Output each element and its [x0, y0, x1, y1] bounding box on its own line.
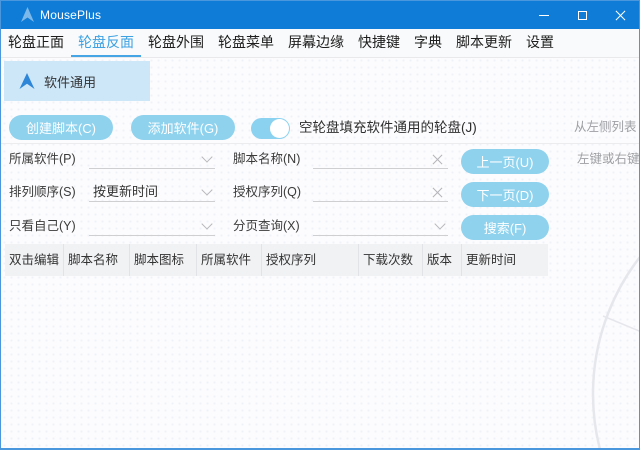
only-mine-dropdown[interactable]: [89, 216, 215, 236]
only-mine-label: 只看自己(Y): [9, 216, 76, 236]
tab-wheel-front[interactable]: 轮盘正面: [1, 29, 71, 57]
tab-script-update[interactable]: 脚本更新: [449, 29, 519, 57]
maximize-button[interactable]: [563, 1, 601, 29]
tab-settings[interactable]: 设置: [519, 29, 561, 57]
script-table-header: 双击编辑 脚本名称 脚本图标 所属软件 授权序列 下载次数 版本 更新时间: [5, 244, 548, 276]
toolbar-divider: [1, 143, 639, 144]
license-serial-label: 授权序列(Q): [233, 182, 301, 202]
sort-order-label: 排列顺序(S): [9, 182, 76, 202]
owner-software-dropdown[interactable]: [89, 149, 215, 169]
column-version: 版本: [423, 244, 462, 276]
add-software-button[interactable]: 添加软件(G): [131, 115, 235, 140]
tab-screen-edge[interactable]: 屏幕边缘: [281, 29, 351, 57]
tab-hotkeys[interactable]: 快捷键: [351, 29, 407, 57]
cursor-arrow-icon: [19, 72, 35, 90]
mouseplus-logo-icon: [21, 7, 34, 23]
tab-dictionary[interactable]: 字典: [407, 29, 449, 57]
fill-empty-wheel-toggle[interactable]: [251, 118, 290, 139]
column-double-click-edit: 双击编辑: [5, 244, 64, 276]
close-icon: [615, 10, 626, 21]
software-common-header[interactable]: 软件通用: [4, 61, 150, 101]
window-title: MousePlus: [40, 8, 101, 22]
chevron-down-icon[interactable]: [434, 218, 445, 229]
minimize-button[interactable]: [525, 1, 563, 29]
main-tabbar: 轮盘正面 轮盘反面 轮盘外围 轮盘菜单 屏幕边缘 快捷键 字典 脚本更新 设置: [1, 29, 639, 58]
column-download-count: 下载次数: [359, 244, 423, 276]
section-title: 软件通用: [44, 72, 96, 91]
search-button[interactable]: 搜索(F): [461, 215, 549, 240]
column-script-name: 脚本名称: [64, 244, 130, 276]
page-query-dropdown[interactable]: [313, 216, 448, 236]
chevron-down-icon[interactable]: [201, 218, 212, 229]
window-controls: [525, 1, 639, 29]
clear-icon[interactable]: [432, 154, 443, 165]
column-script-icon: 脚本图标: [130, 244, 197, 276]
page-query-label: 分页查询(X): [233, 216, 300, 236]
close-button[interactable]: [601, 1, 639, 29]
create-script-button[interactable]: 创建脚本(C): [9, 115, 113, 140]
owner-software-label: 所属软件(P): [9, 149, 76, 169]
chevron-down-icon[interactable]: [201, 184, 212, 195]
titlebar: MousePlus: [1, 1, 639, 29]
script-name-label: 脚本名称(N): [233, 149, 300, 169]
tab-wheel-menu[interactable]: 轮盘菜单: [211, 29, 281, 57]
hint-left-or-right-key: 左键或右键: [577, 149, 640, 169]
maximize-icon: [578, 11, 587, 20]
column-update-time: 更新时间: [462, 244, 548, 276]
toggle-knob: [270, 119, 289, 138]
column-owner-software: 所属软件: [197, 244, 262, 276]
app-window: MousePlus 轮盘正面 轮盘反面 轮盘外围 轮盘菜单 屏幕边缘 快捷键 字…: [0, 0, 640, 450]
next-page-button[interactable]: 下一页(D): [461, 182, 549, 207]
sort-order-value: 按更新时间: [93, 184, 158, 199]
wheel-watermark: [551, 249, 639, 449]
sort-order-dropdown[interactable]: 按更新时间: [89, 182, 215, 202]
script-name-input[interactable]: [313, 149, 448, 169]
license-serial-input[interactable]: [313, 182, 448, 202]
chevron-down-icon[interactable]: [201, 151, 212, 162]
previous-page-button[interactable]: 上一页(U): [461, 149, 549, 174]
tab-wheel-outer[interactable]: 轮盘外围: [141, 29, 211, 57]
fill-empty-wheel-toggle-label: 空轮盘填充软件通用的轮盘(J): [299, 115, 477, 140]
minimize-icon: [539, 15, 549, 16]
clear-icon[interactable]: [432, 187, 443, 198]
tab-wheel-back[interactable]: 轮盘反面: [71, 29, 141, 57]
hint-from-left-list: 从左侧列表: [574, 115, 637, 140]
column-license-serial: 授权序列: [262, 244, 359, 276]
